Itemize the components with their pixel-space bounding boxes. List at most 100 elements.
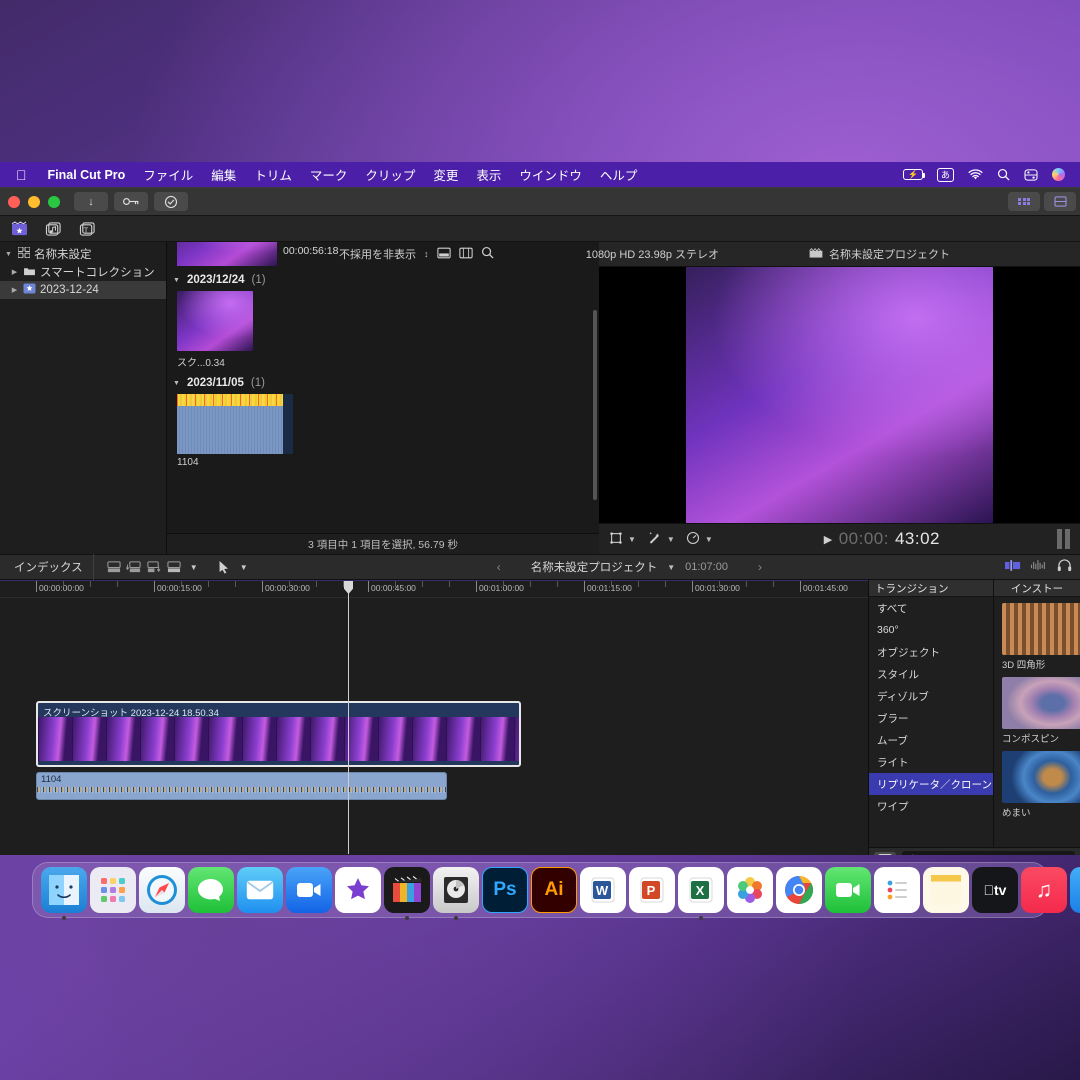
chevron-down-icon[interactable]: ▼ [628,535,636,544]
sidebar-item-library[interactable]: ▼ 名称未設定 [0,245,166,263]
timeline-pane[interactable]: 00:00:00:00 00:00:15:00 00:00:30:00 00:0… [0,580,1080,855]
timeline-playhead[interactable] [348,581,349,854]
transition-category-wipes[interactable]: ワイプ [869,795,993,817]
enhance-icon[interactable] [647,530,662,548]
audio-meter-icon[interactable] [1031,560,1047,574]
titles-browser-icon[interactable]: T [78,221,96,237]
sidebar-toggle-icon[interactable] [874,852,896,856]
transitions-search-field[interactable]: 検索 [902,851,1075,855]
wifi-icon[interactable] [961,169,990,181]
index-button[interactable]: インデックス [8,554,94,580]
dock-item-music[interactable]: ♫ [1021,867,1067,913]
dock-item-apple-tv[interactable]: tv [972,867,1018,913]
timeline-ruler[interactable]: 00:00:00:00 00:00:15:00 00:00:30:00 00:0… [0,581,868,598]
timeline-video-clip[interactable]: スクリーンショット 2023-12-24 18.50.34 [36,701,521,767]
transition-category-movements[interactable]: ムーブ [869,729,993,751]
menu-item-view[interactable]: 表示 [467,165,510,184]
headphone-icon[interactable] [1057,559,1072,575]
color-icon[interactable] [686,531,700,548]
menu-item-trim[interactable]: トリム [245,165,301,184]
play-icon[interactable]: ▶ [824,533,833,546]
dock-item-powerpoint[interactable]: P [629,867,675,913]
transition-category-objects[interactable]: オブジェクト [869,641,993,663]
menu-app-name[interactable]: Final Cut Pro [39,168,135,182]
control-center-icon[interactable] [1017,169,1045,181]
dock-item-final-cut-pro[interactable] [384,867,430,913]
disclosure-triangle-icon[interactable]: ▼ [173,380,180,387]
append-edit-icon[interactable] [104,557,124,577]
transitions-browser[interactable]: トランジション すべて 360° オブジェクト スタイル ディゾルブ ブラー ム… [868,580,1080,855]
dock-item-photos[interactable] [727,867,773,913]
music-browser-icon[interactable] [44,221,62,237]
transition-items-list[interactable]: インストー 3D 四角形 コンポスピン めまい [994,580,1080,855]
browser-group-header[interactable]: ▼ 2023/12/24 (1) [167,270,599,288]
previous-project-button[interactable]: ‹ [477,560,521,574]
library-sidebar[interactable]: ▼ 名称未設定 ▶ スマートコレクション ▶ 2023-12-24 [0,242,167,554]
viewer-canvas[interactable] [599,267,1080,523]
menu-item-window[interactable]: ウインドウ [510,165,591,184]
dock-item-mail[interactable] [237,867,283,913]
apple-menu-icon[interactable]:  [16,168,27,182]
connect-edit-icon[interactable] [144,557,164,577]
viewer-timecode[interactable]: ▶ 00:00:43:02 [713,529,1051,549]
libraries-icon[interactable] [10,221,28,237]
transition-category-360[interactable]: 360° [869,619,993,641]
close-button[interactable] [8,196,20,208]
arrow-tool-icon[interactable] [214,557,234,577]
clip-appearance-icon[interactable] [437,247,451,262]
dock-item-dvd-player[interactable] [433,867,479,913]
dock-item-photoshop[interactable]: Ps [482,867,528,913]
background-tasks-button[interactable] [154,192,188,211]
browser-clip-item[interactable] [167,391,599,454]
list-view-button[interactable] [1044,192,1076,211]
sidebar-item-2023-12-24[interactable]: ▶ 2023-12-24 [0,281,166,299]
menu-item-modify[interactable]: 変更 [424,165,467,184]
browser-group-header[interactable]: ▼ 2023/11/05 (1) [167,373,599,391]
disclosure-triangle-icon[interactable]: ▶ [10,286,19,294]
sidebar-item-smart-collections[interactable]: ▶ スマートコレクション [0,263,166,281]
pause-icon[interactable] [1057,529,1070,549]
chevron-down-icon[interactable]: ▼ [184,557,204,577]
disclosure-triangle-icon[interactable]: ▼ [4,251,13,258]
transition-category-stylized[interactable]: スタイル [869,663,993,685]
transition-item[interactable] [994,745,1080,803]
next-project-button[interactable]: › [738,560,782,574]
dock-item-excel[interactable]: X [678,867,724,913]
timeline-lanes[interactable]: スクリーンショット 2023-12-24 18.50.34 1104 [0,598,868,854]
search-icon[interactable] [990,168,1017,181]
disclosure-triangle-icon[interactable]: ▶ [10,268,19,276]
dock-item-reminders[interactable] [874,867,920,913]
dock-item-chrome[interactable] [776,867,822,913]
grid-view-button[interactable] [1008,192,1040,211]
input-source-icon[interactable]: あ [930,168,961,182]
timeline-project-name[interactable]: 名称未設定プロジェクト [531,559,658,575]
timeline-canvas[interactable]: 00:00:00:00 00:00:15:00 00:00:30:00 00:0… [0,580,868,855]
clip-appearance-icon[interactable] [1005,560,1021,574]
chevron-down-icon[interactable]: ▼ [667,535,675,544]
dock-item-facetime-2[interactable] [825,867,871,913]
dock-item-illustrator[interactable]: Ai [531,867,577,913]
menu-item-mark[interactable]: マーク [301,165,357,184]
insert-edit-icon[interactable] [124,557,144,577]
disclosure-triangle-icon[interactable]: ▼ [173,277,180,284]
dock-item-messages[interactable] [188,867,234,913]
battery-charging-icon[interactable]: ⚡ [896,169,930,180]
menu-item-clip[interactable]: クリップ [356,165,424,184]
transition-category-lights[interactable]: ライト [869,751,993,773]
browser-content[interactable]: 00:00:56:18 ▼ 2023/12/24 (1) スク...0.34 ▼ [167,242,599,533]
dock-item-facetime[interactable] [286,867,332,913]
menu-item-help[interactable]: ヘルプ [591,165,647,184]
dock-item-safari[interactable] [139,867,185,913]
siri-icon[interactable] [1045,168,1072,181]
menu-item-file[interactable]: ファイル [134,165,202,184]
clip-thumbnail-image[interactable] [177,291,253,351]
filmstrip-icon[interactable] [459,247,473,262]
chevron-down-icon[interactable]: ▼ [705,535,713,544]
keyword-editor-button[interactable] [114,192,148,211]
browser-top-clip-thumbnail[interactable] [177,242,277,266]
filter-stepper-icon[interactable]: ↕ [424,249,429,259]
overwrite-edit-icon[interactable] [164,557,184,577]
media-browser[interactable]: 00:00:56:18 ▼ 2023/12/24 (1) スク...0.34 ▼ [167,242,599,554]
dock-item-launchpad[interactable] [90,867,136,913]
browser-clip-item[interactable] [167,288,599,351]
